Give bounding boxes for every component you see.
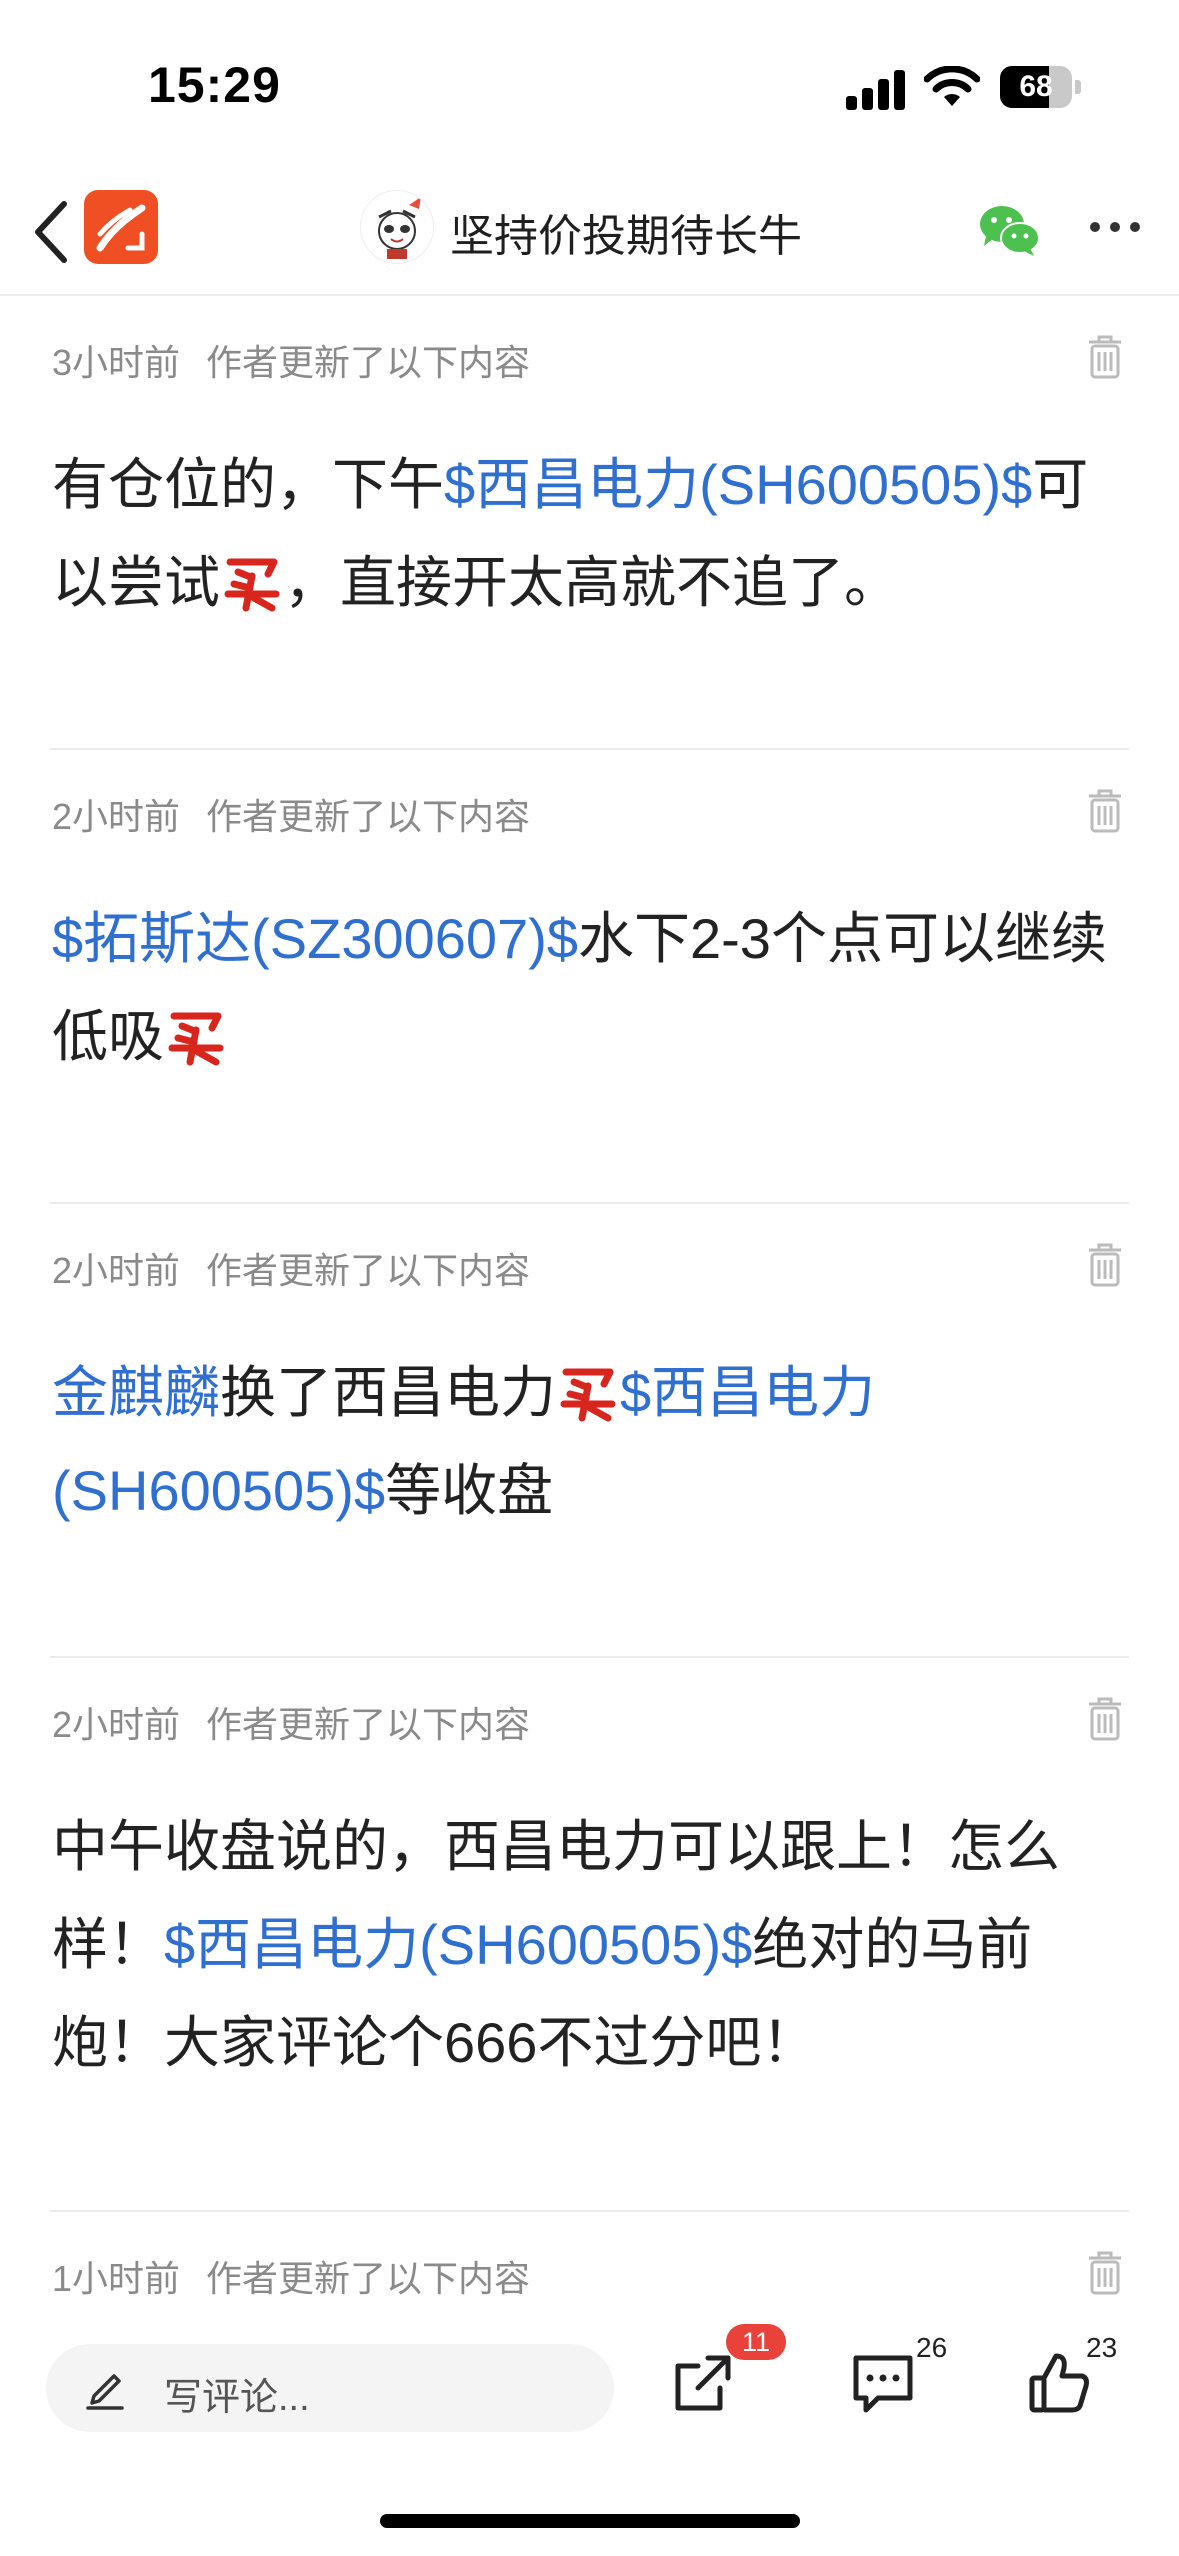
home-indicator[interactable] xyxy=(380,2514,800,2528)
stock-link[interactable]: $西昌电力(SH600505)$ xyxy=(444,453,1032,516)
share-badge: 11 xyxy=(726,2324,786,2360)
comment-icon[interactable] xyxy=(848,2348,918,2418)
trash-icon[interactable] xyxy=(1087,1696,1123,1742)
battery-percentage: 68 xyxy=(1019,70,1053,103)
buy-emoji-icon xyxy=(560,1354,616,1422)
post-meta: 1小时前 作者更新了以下内容 xyxy=(52,2250,530,2302)
update-feed: 3小时前 作者更新了以下内容 有仓位的，下午$西昌电力(SH600505)$可以尝… xyxy=(0,296,1179,2316)
post-body: 金麒麟换了西昌电力 $西昌电力(SH600505)$等收盘 xyxy=(52,1344,1129,1540)
post-meta-text: 作者更新了以下内容 xyxy=(206,796,531,837)
post-meta-text: 作者更新了以下内容 xyxy=(206,1250,531,1291)
like-count: 23 xyxy=(1086,2332,1118,2363)
status-bar: 15:29 68 xyxy=(0,0,1179,170)
post-body: 有仓位的，下午$西昌电力(SH600505)$可以尝试 ，直接开太高就不追了。 xyxy=(52,436,1129,632)
status-time: 15:29 xyxy=(148,57,281,113)
post-time: 2小时前 xyxy=(52,1704,181,1745)
update-post: 2小时前 作者更新了以下内容 $拓斯达(SZ300607)$水下2-3个点可以继续… xyxy=(50,750,1129,1204)
stock-link[interactable]: $拓斯达(SZ300607)$ xyxy=(52,907,578,970)
trash-icon[interactable] xyxy=(1087,788,1123,834)
post-time: 2小时前 xyxy=(52,1250,181,1291)
nav-title: 坚持价投期待长牛 xyxy=(450,212,802,261)
battery-icon: 68 xyxy=(1000,66,1072,108)
trash-icon[interactable] xyxy=(1087,2250,1123,2296)
back-chevron-icon[interactable] xyxy=(24,192,84,272)
update-post: 2小时前 作者更新了以下内容 中午收盘说的，西昌电力可以跟上！怎么样！$西昌电力(… xyxy=(50,1658,1129,2212)
comment-input[interactable]: 写评论... xyxy=(46,2344,614,2432)
post-text: 换了西昌电力 xyxy=(220,1361,556,1424)
update-post: 2小时前 作者更新了以下内容 金麒麟换了西昌电力 $西昌电力(SH600505)$等… xyxy=(50,1204,1129,1658)
trash-icon[interactable] xyxy=(1087,1242,1123,1288)
post-meta: 2小时前 作者更新了以下内容 xyxy=(52,1696,530,1748)
comment-count: 26 xyxy=(916,2332,948,2363)
cellular-signal-icon xyxy=(846,70,908,110)
post-body: $拓斯达(SZ300607)$水下2-3个点可以继续低吸 xyxy=(52,890,1129,1086)
update-post: 1小时前 作者更新了以下内容 xyxy=(50,2212,1129,2316)
trash-icon[interactable] xyxy=(1087,334,1123,380)
app-logo-icon[interactable] xyxy=(84,190,158,264)
post-meta-text: 作者更新了以下内容 xyxy=(206,1704,531,1745)
post-meta-text: 作者更新了以下内容 xyxy=(206,342,531,383)
share-icon[interactable] xyxy=(668,2348,738,2418)
nav-bar: 坚持价投期待长牛 xyxy=(0,170,1179,296)
buy-emoji-icon xyxy=(168,998,224,1066)
stock-link[interactable]: $西昌电力(SH600505)$ xyxy=(164,1913,752,1976)
post-time: 2小时前 xyxy=(52,796,181,837)
buy-emoji-icon xyxy=(224,544,280,612)
comment-placeholder: 写评论... xyxy=(164,2377,310,2419)
post-text: 等收盘 xyxy=(385,1459,554,1522)
user-link[interactable]: 金麒麟 xyxy=(52,1361,220,1424)
post-meta: 2小时前 作者更新了以下内容 xyxy=(52,788,530,840)
post-meta: 3小时前 作者更新了以下内容 xyxy=(52,334,530,386)
battery-cap xyxy=(1075,80,1081,94)
post-text: 有仓位的，下午 xyxy=(52,453,444,516)
post-meta-text: 作者更新了以下内容 xyxy=(206,2258,531,2299)
post-time: 3小时前 xyxy=(52,342,181,383)
post-meta: 2小时前 作者更新了以下内容 xyxy=(52,1242,530,1294)
post-body: 中午收盘说的，西昌电力可以跟上！怎么样！$西昌电力(SH600505)$绝对的马… xyxy=(52,1798,1129,2092)
update-post: 3小时前 作者更新了以下内容 有仓位的，下午$西昌电力(SH600505)$可以尝… xyxy=(50,296,1129,750)
wifi-icon xyxy=(924,66,980,106)
post-text: ，直接开太高就不追了。 xyxy=(284,551,900,614)
author-avatar[interactable] xyxy=(360,190,434,264)
more-options-icon[interactable] xyxy=(1088,220,1148,240)
post-time: 1小时前 xyxy=(52,2258,181,2299)
wechat-share-icon[interactable] xyxy=(976,200,1042,260)
pencil-icon xyxy=(86,2374,124,2410)
